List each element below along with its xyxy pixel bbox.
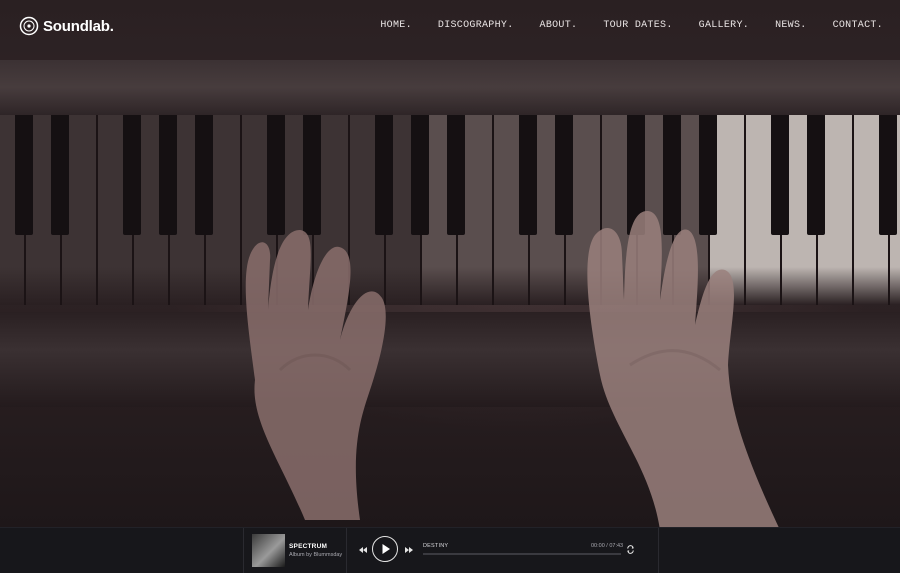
piano-black-key [807, 115, 825, 235]
piano-black-key [159, 115, 177, 235]
piano-black-key [123, 115, 141, 235]
audio-player-bar: SPECTRUM Album by Blummsday DESTINY 00:0… [0, 527, 900, 573]
nav-news[interactable]: NEWS. [775, 20, 807, 31]
track-time: 00:00 / 07:43 [591, 543, 624, 549]
album-title: SPECTRUM [289, 543, 328, 550]
brand-logo[interactable]: Soundlab. [19, 16, 114, 36]
piano-black-key [375, 115, 393, 235]
nav-contact[interactable]: CONTACT. [833, 20, 883, 31]
main-nav: HOME. DISCOGRAPHY. ABOUT. TOUR DATES. GA… [354, 20, 883, 31]
nav-home[interactable]: HOME. [380, 20, 412, 31]
piano-black-key [411, 115, 429, 235]
play-button[interactable] [372, 536, 398, 562]
logo-vinyl-icon [19, 16, 39, 36]
nav-about[interactable]: ABOUT. [540, 20, 578, 31]
album-cover[interactable] [252, 534, 285, 567]
piano-black-key [447, 115, 465, 235]
piano-black-key [51, 115, 69, 235]
brand-name: Soundlab. [43, 17, 114, 35]
nav-tour-dates[interactable]: TOUR DATES. [603, 20, 672, 31]
piano-black-key [15, 115, 33, 235]
album-subtitle: Album by Blummsday [289, 552, 343, 558]
progress-bar[interactable] [423, 553, 621, 555]
piano-lid [0, 60, 900, 115]
piano-black-key [519, 115, 537, 235]
next-icon[interactable] [404, 545, 414, 555]
piano-black-key [267, 115, 285, 235]
right-hand-image [587, 210, 779, 527]
play-icon [382, 544, 390, 554]
nav-gallery[interactable]: GALLERY. [699, 20, 749, 31]
nav-discography[interactable]: DISCOGRAPHY. [438, 20, 514, 31]
piano-black-key [195, 115, 213, 235]
piano-black-key [879, 115, 897, 235]
repeat-icon[interactable] [626, 545, 635, 554]
previous-icon[interactable] [358, 545, 368, 555]
top-navbar: Soundlab. HOME. DISCOGRAPHY. ABOUT. TOUR… [0, 0, 900, 52]
now-playing-title: DESTINY [423, 543, 449, 549]
divider [346, 528, 347, 573]
left-hand-image [245, 230, 386, 520]
piano-black-key [303, 115, 321, 235]
hero-background [0, 0, 900, 527]
player-container: SPECTRUM Album by Blummsday DESTINY 00:0… [243, 528, 659, 573]
